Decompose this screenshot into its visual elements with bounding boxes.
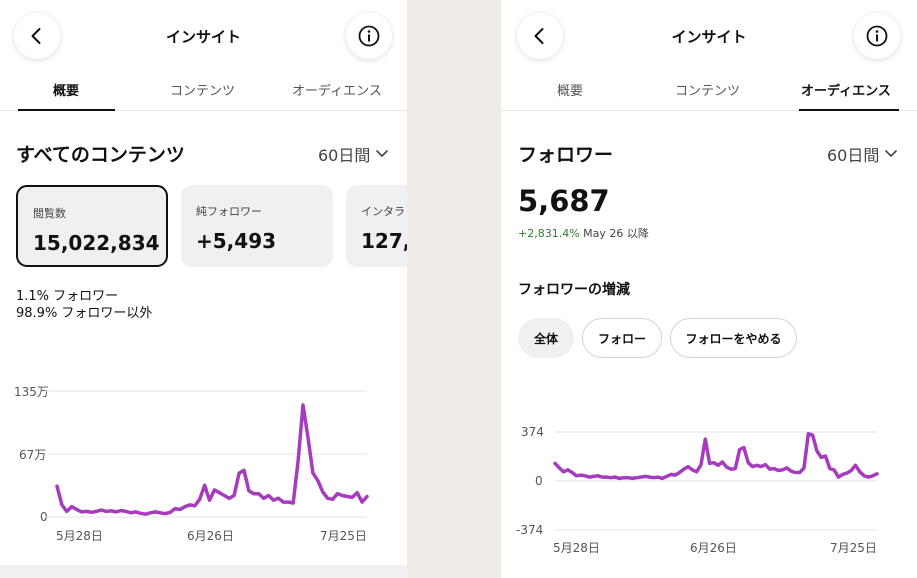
series-line (55, 403, 369, 516)
follower-growth-line-chart (553, 431, 879, 531)
insights-audience-panel: インサイト 概要 コンテンツ オーディエンス フォロワー 60日間 5,687 … (501, 0, 917, 578)
insights-overview-panel: インサイト 概要 コンテンツ オーディエンス すべてのコンテンツ 60日間 閲覧… (0, 0, 407, 578)
series-line (553, 432, 879, 481)
views-line-chart (45, 390, 369, 518)
bottom-divider (0, 565, 407, 578)
